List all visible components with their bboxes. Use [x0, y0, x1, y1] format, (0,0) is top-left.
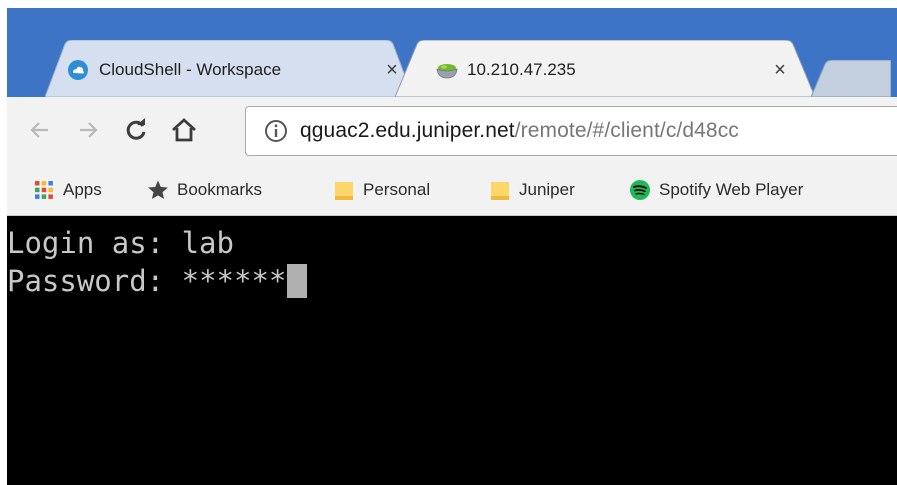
password-prompt: Password:: [7, 264, 182, 298]
url-path: /remote/#/client/c/d48cc: [514, 119, 739, 142]
password-masked-value: ******: [181, 264, 287, 298]
address-bar[interactable]: qguac2.edu.juniper.net/remote/#/client/c…: [245, 106, 897, 156]
bookmark-spotify[interactable]: Spotify Web Player: [629, 177, 803, 203]
password-line: Password: ******: [7, 262, 308, 300]
info-icon[interactable]: [264, 119, 288, 143]
star-icon: [148, 180, 168, 199]
folder-icon: [335, 182, 353, 200]
url-host: qguac2.edu.juniper.net: [300, 119, 515, 142]
cloud-icon: [67, 59, 89, 81]
spotify-icon: [630, 180, 650, 200]
bookmark-juniper[interactable]: Juniper: [489, 177, 575, 203]
remote-terminal[interactable]: Login as: lab Password: ******: [7, 216, 897, 485]
text-cursor: [287, 264, 308, 298]
home-button[interactable]: [167, 113, 201, 147]
login-line: Login as: lab: [7, 226, 234, 260]
reload-button[interactable]: [119, 113, 153, 147]
tab-close-button[interactable]: ×: [769, 59, 791, 81]
tab-title: CloudShell - Workspace: [99, 60, 282, 79]
bookmark-label: Juniper: [519, 180, 575, 199]
bookmark-personal[interactable]: Personal: [333, 177, 430, 203]
forward-button[interactable]: [71, 113, 105, 147]
home-icon: [172, 118, 196, 142]
guacamole-bowl-icon: [435, 59, 458, 81]
tab-10-210-47-235[interactable]: 10.210.47.235 ×: [395, 40, 815, 97]
apps-grid-icon: [35, 181, 53, 199]
bookmark-label: Spotify Web Player: [659, 180, 804, 199]
new-tab-button[interactable]: [811, 60, 891, 97]
forward-arrow-icon: [80, 122, 98, 138]
bookmark-label: Apps: [63, 180, 102, 199]
tab-cloudshell[interactable]: CloudShell - Workspace ×: [45, 40, 413, 97]
bookmark-bookmarks[interactable]: Bookmarks: [147, 177, 262, 203]
url-text: qguac2.edu.juniper.net/remote/#/client/c…: [300, 119, 739, 143]
reload-icon: [126, 118, 146, 140]
folder-icon: [491, 182, 509, 200]
bookmark-label: Personal: [363, 180, 431, 199]
bookmark-label: Bookmarks: [177, 180, 263, 199]
tab-strip: CloudShell - Workspace × 10.210.47.235 ×: [7, 8, 897, 97]
tab-title: 10.210.47.235: [467, 60, 576, 79]
back-arrow-icon: [30, 122, 48, 138]
browser-window: CloudShell - Workspace × 10.210.47.235 ×: [7, 8, 897, 485]
browser-toolbar: qguac2.edu.juniper.net/remote/#/client/c…: [7, 97, 897, 165]
back-button[interactable]: [23, 113, 57, 147]
bookmark-apps[interactable]: Apps: [33, 177, 102, 203]
bookmarks-bar: Apps Bookmarks Personal Juniper Spotify …: [7, 165, 897, 216]
